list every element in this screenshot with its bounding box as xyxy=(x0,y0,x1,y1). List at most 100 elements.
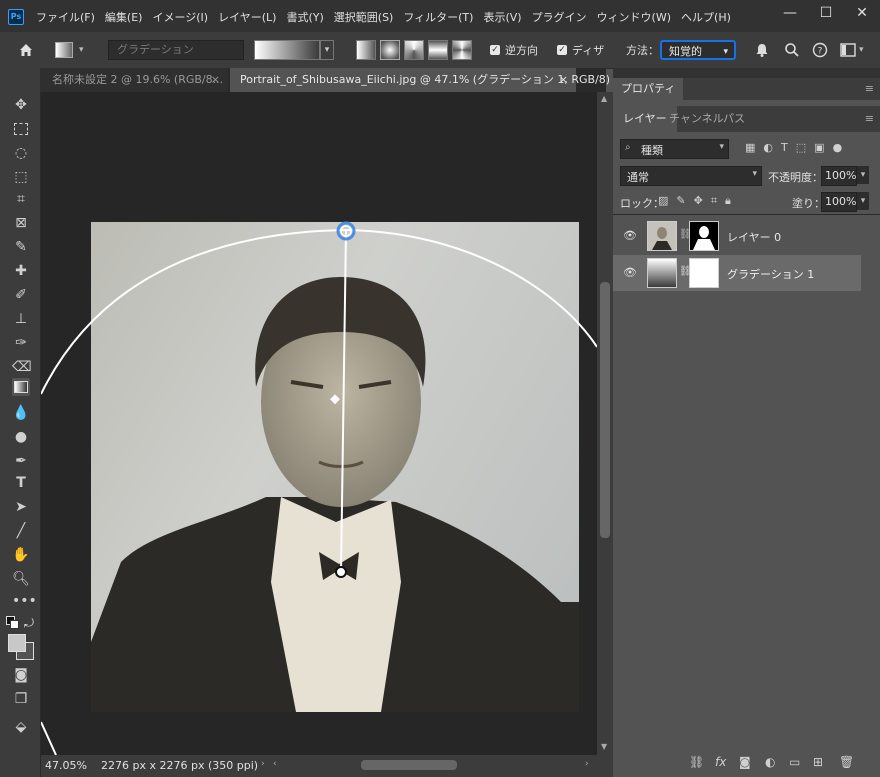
delete-layer-icon[interactable]: 🗑︎ xyxy=(839,755,854,769)
menu-select[interactable]: 選択範囲(S) xyxy=(334,9,394,25)
vertical-scrollbar[interactable]: ▲ ▼ xyxy=(597,92,613,755)
marquee-tool-icon[interactable] xyxy=(12,120,30,138)
healing-brush-icon[interactable]: ✚ xyxy=(12,262,30,280)
close-icon[interactable]: × xyxy=(559,68,568,92)
menu-filter[interactable]: フィルター(T) xyxy=(403,9,473,25)
line-tool-icon[interactable]: ╱ xyxy=(12,522,30,540)
status-menu-icon[interactable]: › xyxy=(261,759,265,769)
lock-transparent-icon[interactable]: ▨ xyxy=(658,194,668,208)
fill-field[interactable]: 100% xyxy=(821,192,857,212)
history-brush-icon[interactable]: ✑ xyxy=(12,334,30,352)
radial-gradient-icon[interactable] xyxy=(380,40,400,60)
eyedropper-tool-icon[interactable]: ✎ xyxy=(12,238,30,256)
foreground-color-swatch[interactable] xyxy=(8,634,26,652)
zoom-tool-icon[interactable]: 🔍︎ xyxy=(12,570,30,588)
chevron-down-icon[interactable]: ▾ xyxy=(857,192,869,210)
zoom-level[interactable]: 47.05% xyxy=(45,759,87,772)
menu-window[interactable]: ウィンドウ(W) xyxy=(597,9,671,25)
reverse-checkbox[interactable]: ✓ 逆方向 xyxy=(490,32,538,68)
adjustment-layer-icon[interactable]: ◐ xyxy=(765,755,775,769)
blur-tool-icon[interactable]: 💧 xyxy=(12,404,30,422)
tab-portrait[interactable]: Portrait_of_Shibusawa_Eiichi.jpg @ 47.1%… xyxy=(230,68,619,92)
quick-mask-icon[interactable]: ◙ xyxy=(12,666,30,684)
bell-icon[interactable] xyxy=(754,32,770,68)
tab-layers[interactable]: レイヤー xyxy=(613,106,677,132)
layer-row-layer0[interactable]: 👁︎ ⛓ レイヤー 0 xyxy=(613,218,861,254)
stamp-tool-icon[interactable]: ⊥ xyxy=(12,310,30,328)
screen-mode-icon[interactable]: ❐ xyxy=(12,690,30,708)
minimize-button[interactable]: — xyxy=(772,0,808,28)
eye-icon[interactable]: 👁︎ xyxy=(623,229,637,242)
gradient-tool-icon[interactable] xyxy=(12,378,30,396)
search-icon[interactable] xyxy=(784,32,800,68)
lock-position-icon[interactable]: ✥ xyxy=(694,194,703,208)
lock-artboard-icon[interactable]: ⌗ xyxy=(711,194,717,208)
object-select-tool-icon[interactable]: ⬚ xyxy=(12,168,30,186)
workspace-icon[interactable]: ▾ xyxy=(840,32,864,68)
tab-untitled[interactable]: 名称未設定 2 @ 19.6% (RGB/8... × xyxy=(40,68,228,92)
pen-tool-icon[interactable]: ✒ xyxy=(12,452,30,470)
menu-edit[interactable]: 編集(E) xyxy=(105,9,143,25)
menu-plugins[interactable]: プラグイン xyxy=(532,9,587,25)
adjustment-filter-icon[interactable]: ◐ xyxy=(763,141,773,154)
close-button[interactable]: ✕ xyxy=(844,0,880,28)
menu-image[interactable]: イメージ(I) xyxy=(152,9,208,25)
linear-gradient-icon[interactable] xyxy=(356,40,376,60)
opacity-field[interactable]: 100% xyxy=(821,166,857,186)
gradient-swatch[interactable]: ▾ xyxy=(254,32,334,68)
lock-all-icon[interactable]: 🔒︎ xyxy=(725,194,731,208)
menu-type[interactable]: 書式(Y) xyxy=(286,9,323,25)
move-tool-icon[interactable]: ✥ xyxy=(12,96,30,114)
default-colors-icon[interactable] xyxy=(6,616,19,629)
filter-toggle-icon[interactable]: ● xyxy=(833,141,843,154)
panel-menu-icon[interactable]: ≡ xyxy=(865,82,874,95)
brush-tool-icon[interactable]: ✐ xyxy=(12,286,30,304)
help-icon[interactable]: ? xyxy=(812,32,828,68)
shape-filter-icon[interactable]: ⬚ xyxy=(796,141,806,154)
pixel-filter-icon[interactable]: ▦ xyxy=(745,141,755,154)
fx-icon[interactable]: fx xyxy=(715,755,726,769)
eraser-tool-icon[interactable]: ⌫ xyxy=(12,358,32,376)
crop-tool-icon[interactable]: ⌗ xyxy=(12,190,30,208)
layer-filter-select[interactable]: ⌕ 種類 ▾ xyxy=(620,139,729,159)
panel-menu-icon[interactable]: ≡ xyxy=(865,112,874,125)
lasso-tool-icon[interactable]: ◌ xyxy=(12,144,30,162)
scroll-down-icon[interactable]: ▼ xyxy=(601,742,607,751)
type-filter-icon[interactable]: T xyxy=(781,141,788,154)
gradient-midpoint-handle[interactable] xyxy=(330,394,340,405)
layer-mask-thumbnail[interactable] xyxy=(689,221,719,251)
close-icon[interactable]: × xyxy=(211,68,220,92)
swap-colors-icon[interactable]: ⤾ xyxy=(24,616,34,631)
layer-row-gradient1[interactable]: 👁︎ ⛓ グラデーション 1 xyxy=(613,255,861,291)
home-icon[interactable] xyxy=(18,32,34,68)
menu-view[interactable]: 表示(V) xyxy=(483,9,521,25)
scroll-thumb[interactable] xyxy=(600,282,610,538)
more-tools-icon[interactable]: ••• xyxy=(12,592,37,610)
scroll-left-icon[interactable]: ‹ xyxy=(273,759,277,769)
generative-ai-icon[interactable]: ⬙ xyxy=(12,718,30,736)
scroll-up-icon[interactable]: ▲ xyxy=(601,94,607,103)
tab-paths[interactable]: パス xyxy=(723,106,745,132)
canvas-area[interactable] xyxy=(41,92,597,755)
dither-checkbox[interactable]: ✓ ディザ xyxy=(557,32,604,68)
new-group-icon[interactable]: ▭ xyxy=(789,755,800,769)
menu-layer[interactable]: レイヤー(L) xyxy=(218,9,276,25)
eye-icon[interactable]: 👁︎ xyxy=(623,266,637,279)
tab-properties[interactable]: プロパティ xyxy=(613,78,684,100)
type-tool-icon[interactable]: T xyxy=(12,474,30,492)
new-layer-icon[interactable]: ⊞ xyxy=(813,755,823,769)
reflected-gradient-icon[interactable] xyxy=(428,40,448,60)
horizontal-scroll-thumb[interactable] xyxy=(361,760,457,770)
path-select-tool-icon[interactable]: ➤ xyxy=(12,498,30,516)
maximize-button[interactable]: ☐ xyxy=(808,0,844,28)
smart-object-filter-icon[interactable]: ▣ xyxy=(814,141,824,154)
menu-help[interactable]: ヘルプ(H) xyxy=(681,9,731,25)
layer-mask-thumbnail[interactable] xyxy=(689,258,719,288)
chevron-down-icon[interactable]: ▾ xyxy=(857,166,869,184)
hand-tool-icon[interactable]: ✋ xyxy=(12,546,30,564)
add-mask-icon[interactable]: ◙ xyxy=(739,755,751,769)
diamond-gradient-icon[interactable] xyxy=(452,40,472,60)
menu-file[interactable]: ファイル(F) xyxy=(36,9,95,25)
tool-preset-picker[interactable]: ▾ xyxy=(55,32,84,68)
angle-gradient-icon[interactable] xyxy=(404,40,424,60)
